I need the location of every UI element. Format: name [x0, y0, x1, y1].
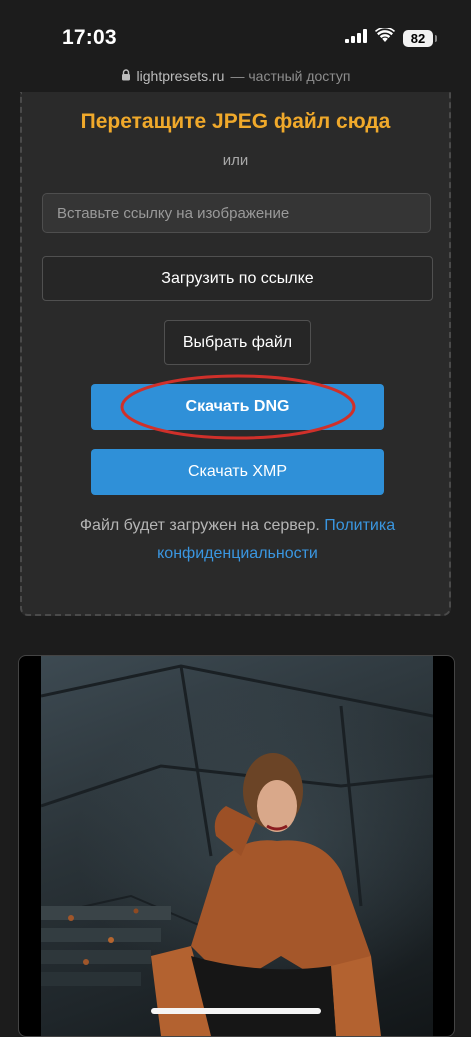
or-separator: или — [222, 152, 249, 169]
photo-preview-card — [18, 655, 455, 1037]
browser-url-bar[interactable]: lightpresets.ru — частный доступ — [0, 62, 471, 90]
status-icons: 82 — [345, 26, 437, 48]
lock-icon — [121, 68, 131, 84]
choose-file-button[interactable]: Выбрать файл — [164, 320, 311, 365]
url-domain: lightpresets.ru — [136, 68, 225, 84]
image-url-input[interactable] — [42, 193, 431, 233]
upload-note: Файл будет загружен на сервер. Политика … — [52, 512, 423, 568]
drop-title: Перетащите JPEG файл сюда — [80, 110, 391, 133]
url-subtitle: — частный доступ — [230, 68, 351, 84]
upload-note-text: Файл будет загружен на сервер. — [79, 517, 325, 534]
photo-illustration — [40, 664, 434, 1036]
load-by-url-button[interactable]: Загрузить по ссылке — [42, 256, 433, 301]
download-dng-button[interactable]: Скачать DNG — [91, 384, 384, 430]
preview-photo — [40, 656, 434, 1036]
battery-icon: 82 — [403, 29, 437, 47]
status-time: 17:03 — [62, 26, 117, 49]
upload-dropzone[interactable]: Перетащите JPEG файл сюда или Загрузить … — [20, 92, 451, 616]
status-bar: 17:03 82 — [0, 0, 471, 60]
download-xmp-button[interactable]: Скачать XMP — [91, 449, 384, 495]
cellular-signal-icon — [345, 28, 367, 48]
home-indicator[interactable] — [151, 1008, 321, 1014]
wifi-icon — [375, 26, 395, 48]
